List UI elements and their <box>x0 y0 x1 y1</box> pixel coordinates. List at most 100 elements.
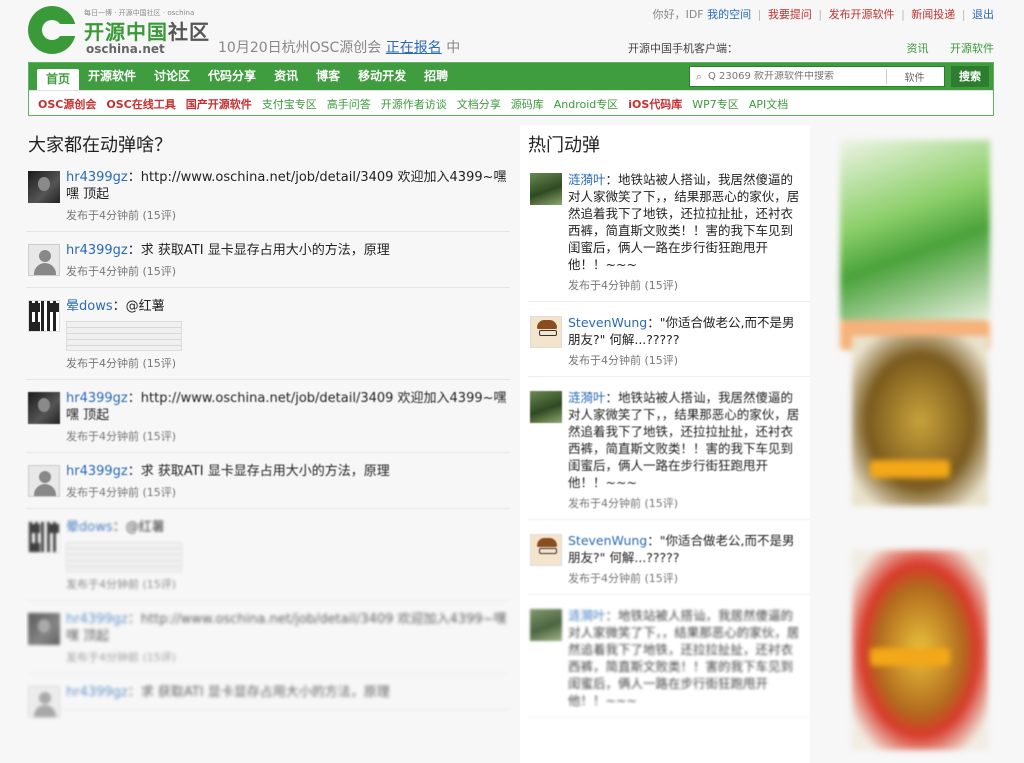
tweet-author-link[interactable]: StevenWung <box>568 315 647 330</box>
user-avatar[interactable] <box>530 534 562 566</box>
tab-software[interactable]: 开源软件 <box>79 63 145 90</box>
tweet-meta: 发布于4分钟前 (15评) <box>66 265 177 278</box>
tweet-meta: 发布于4分钟前 (15评) <box>66 651 177 664</box>
mobile-software-link[interactable]: 开源软件 <box>950 42 994 55</box>
tweet-author-link[interactable]: hr4399gz <box>66 391 128 406</box>
search-input[interactable] <box>708 71 886 82</box>
user-avatar[interactable] <box>28 686 60 718</box>
sub-nav-osc-meetup[interactable]: OSC源创会 <box>33 96 101 112</box>
user-avatar[interactable] <box>530 173 562 205</box>
tweet-text: 晕dows：@红薯 <box>66 519 510 536</box>
tweet-separator: ： <box>127 391 141 406</box>
logout-link[interactable]: 退出 <box>972 8 994 21</box>
user-avatar[interactable] <box>530 316 562 348</box>
sub-nav-api-docs[interactable]: API文档 <box>744 96 793 112</box>
tweet-separator: ： <box>605 172 619 187</box>
sub-nav-ios[interactable]: iOS代码库 <box>623 96 687 112</box>
tweet-author-link[interactable]: hr4399gz <box>66 685 128 700</box>
logo-domain: oschina.net <box>86 42 165 56</box>
tweet-item: hr4399gz：求 获取ATI 显卡显存占用大小的方法，原理 发布于4分钟前 (… <box>26 453 510 509</box>
tweet-meta: 发布于4分钟前 (15评) <box>66 486 177 499</box>
tweet-author-link[interactable]: 涟漪叶 <box>568 390 606 405</box>
sub-nav-interviews[interactable]: 开源作者访谈 <box>376 96 452 112</box>
tweet-author-link[interactable]: hr4399gz <box>66 243 128 258</box>
tweet-list: hr4399gz：http://www.oschina.net/job/deta… <box>26 159 510 718</box>
tweet-author-link[interactable]: hr4399gz <box>66 464 128 479</box>
tab-forum[interactable]: 讨论区 <box>145 63 199 90</box>
tweet-author-link[interactable]: 晕dows <box>66 520 113 535</box>
tweet-text: 涟漪叶：地铁站被人搭讪，我居然傻逼的对人家微笑了下，，结果那恶心的家伙，居然追着… <box>568 171 804 273</box>
tweet-separator: ： <box>112 299 126 314</box>
ad-banner-vegetable[interactable] <box>840 140 990 320</box>
sub-nav-docs[interactable]: 文档分享 <box>452 96 506 112</box>
event-banner: 10月20日杭州OSC源创会 正在报名 中 <box>218 37 460 57</box>
user-avatar[interactable] <box>530 609 562 641</box>
my-space-link[interactable]: 我的空间 <box>707 8 751 21</box>
tweet-text: StevenWung："你适合做老公,而不是男朋友?" 何解...????? <box>568 314 804 348</box>
search-button[interactable]: 搜索 <box>951 66 989 87</box>
ad-button[interactable] <box>870 460 950 478</box>
tweet-text: hr4399gz：http://www.oschina.net/job/deta… <box>66 169 510 203</box>
site-logo[interactable]: 每日一博 · 开源中国社区 · oschina 开源中国社区 oschina.n… <box>28 4 218 56</box>
hot-tweet-item: StevenWung："你适合做老公,而不是男朋友?" 何解...????? 发布… <box>528 520 810 595</box>
tweet-author-link[interactable]: 涟漪叶 <box>568 172 606 187</box>
mobile-news-link[interactable]: 资讯 <box>907 42 929 55</box>
tweet-body: 求 获取ATI 显卡显存占用大小的方法，原理 <box>140 464 390 479</box>
tweet-author-link[interactable]: 晕dows <box>66 299 113 314</box>
tweet-image-thumbnail[interactable] <box>66 321 182 351</box>
tab-blog[interactable]: 博客 <box>307 63 349 90</box>
user-avatar[interactable] <box>28 300 60 332</box>
logo-title-tail: 社区 <box>168 20 210 44</box>
tweet-separator: ： <box>112 520 126 535</box>
ad-banner-food[interactable] <box>852 336 988 506</box>
tweet-item: 晕dows：@红薯 发布于4分钟前 (15评) <box>26 288 510 380</box>
tab-news[interactable]: 资讯 <box>265 63 307 90</box>
link-divider: | <box>961 8 966 21</box>
sub-nav-domestic-oss[interactable]: 国产开源软件 <box>181 96 257 112</box>
tweet-item: hr4399gz：http://www.oschina.net/job/deta… <box>26 601 510 674</box>
search-box: ⌕ 软件 <box>689 66 945 87</box>
sub-nav-android[interactable]: Android专区 <box>549 96 624 112</box>
hot-tweet-item: 涟漪叶：地铁站被人搭讪，我居然傻逼的对人家微笑了下，，结果那恶心的家伙，居然追着… <box>528 595 810 718</box>
logo-title-main: 开源中国 <box>84 20 168 44</box>
publish-software-link[interactable]: 发布开源软件 <box>829 8 895 21</box>
hot-tweets-section: 热门动弹 涟漪叶：地铁站被人搭讪，我居然傻逼的对人家微笑了下，，结果那恶心的家伙… <box>520 125 810 763</box>
tweet-author-link[interactable]: hr4399gz <box>66 170 128 185</box>
event-text: 10月20日杭州OSC源创会 <box>218 40 382 56</box>
tweet-separator: ： <box>605 608 619 623</box>
tweet-author-link[interactable]: 涟漪叶 <box>568 608 606 623</box>
mobile-client-label: 开源中国手机客户端： <box>628 42 738 55</box>
sub-nav-alipay[interactable]: 支付宝专区 <box>257 96 322 112</box>
user-avatar[interactable] <box>530 391 562 423</box>
sub-nav-wp7[interactable]: WP7专区 <box>687 96 744 112</box>
tweet-meta: 发布于4分钟前 (15评) <box>66 578 177 591</box>
tweet-text: hr4399gz：http://www.oschina.net/job/deta… <box>66 390 510 424</box>
tweet-body: 地铁站被人搭讪，我居然傻逼的对人家微笑了下，，结果那恶心的家伙，居然追着我下了地… <box>568 608 800 708</box>
hot-tweet-item: StevenWung："你适合做老公,而不是男朋友?" 何解...????? 发布… <box>528 302 810 377</box>
sub-nav-online-tools[interactable]: OSC在线工具 <box>101 96 180 112</box>
tab-code[interactable]: 代码分享 <box>199 63 265 90</box>
user-avatar[interactable] <box>28 244 60 276</box>
tab-home[interactable]: 首页 <box>37 69 80 90</box>
user-avatar[interactable] <box>28 171 60 203</box>
user-avatar[interactable] <box>28 392 60 424</box>
section-title: 大家都在动弹啥？ <box>28 135 172 156</box>
tweet-author-link[interactable]: StevenWung <box>568 533 647 548</box>
tweet-author-link[interactable]: hr4399gz <box>66 612 128 627</box>
mobile-client-links: 资讯 开源软件 <box>889 40 995 56</box>
event-register-link[interactable]: 正在报名 <box>386 40 442 56</box>
ad-button[interactable] <box>870 648 950 666</box>
sub-nav-expert-qa[interactable]: 高手问答 <box>322 96 376 112</box>
tab-mobile-dev[interactable]: 移动开发 <box>349 63 415 90</box>
greeting-text: 你好， <box>652 8 686 21</box>
ask-question-link[interactable]: 我要提问 <box>768 8 812 21</box>
user-avatar[interactable] <box>28 465 60 497</box>
tweet-body: 地铁站被人搭讪，我居然傻逼的对人家微笑了下，，结果那恶心的家伙，居然追着我下了地… <box>568 172 800 272</box>
tweet-image-thumbnail[interactable] <box>66 542 182 572</box>
user-avatar[interactable] <box>28 521 60 553</box>
search-scope-select[interactable]: 软件 <box>886 69 942 84</box>
tab-jobs[interactable]: 招聘 <box>415 63 457 90</box>
sub-nav-source[interactable]: 源码库 <box>506 96 549 112</box>
news-submit-link[interactable]: 新闻投递 <box>911 8 955 21</box>
user-avatar[interactable] <box>28 613 60 645</box>
